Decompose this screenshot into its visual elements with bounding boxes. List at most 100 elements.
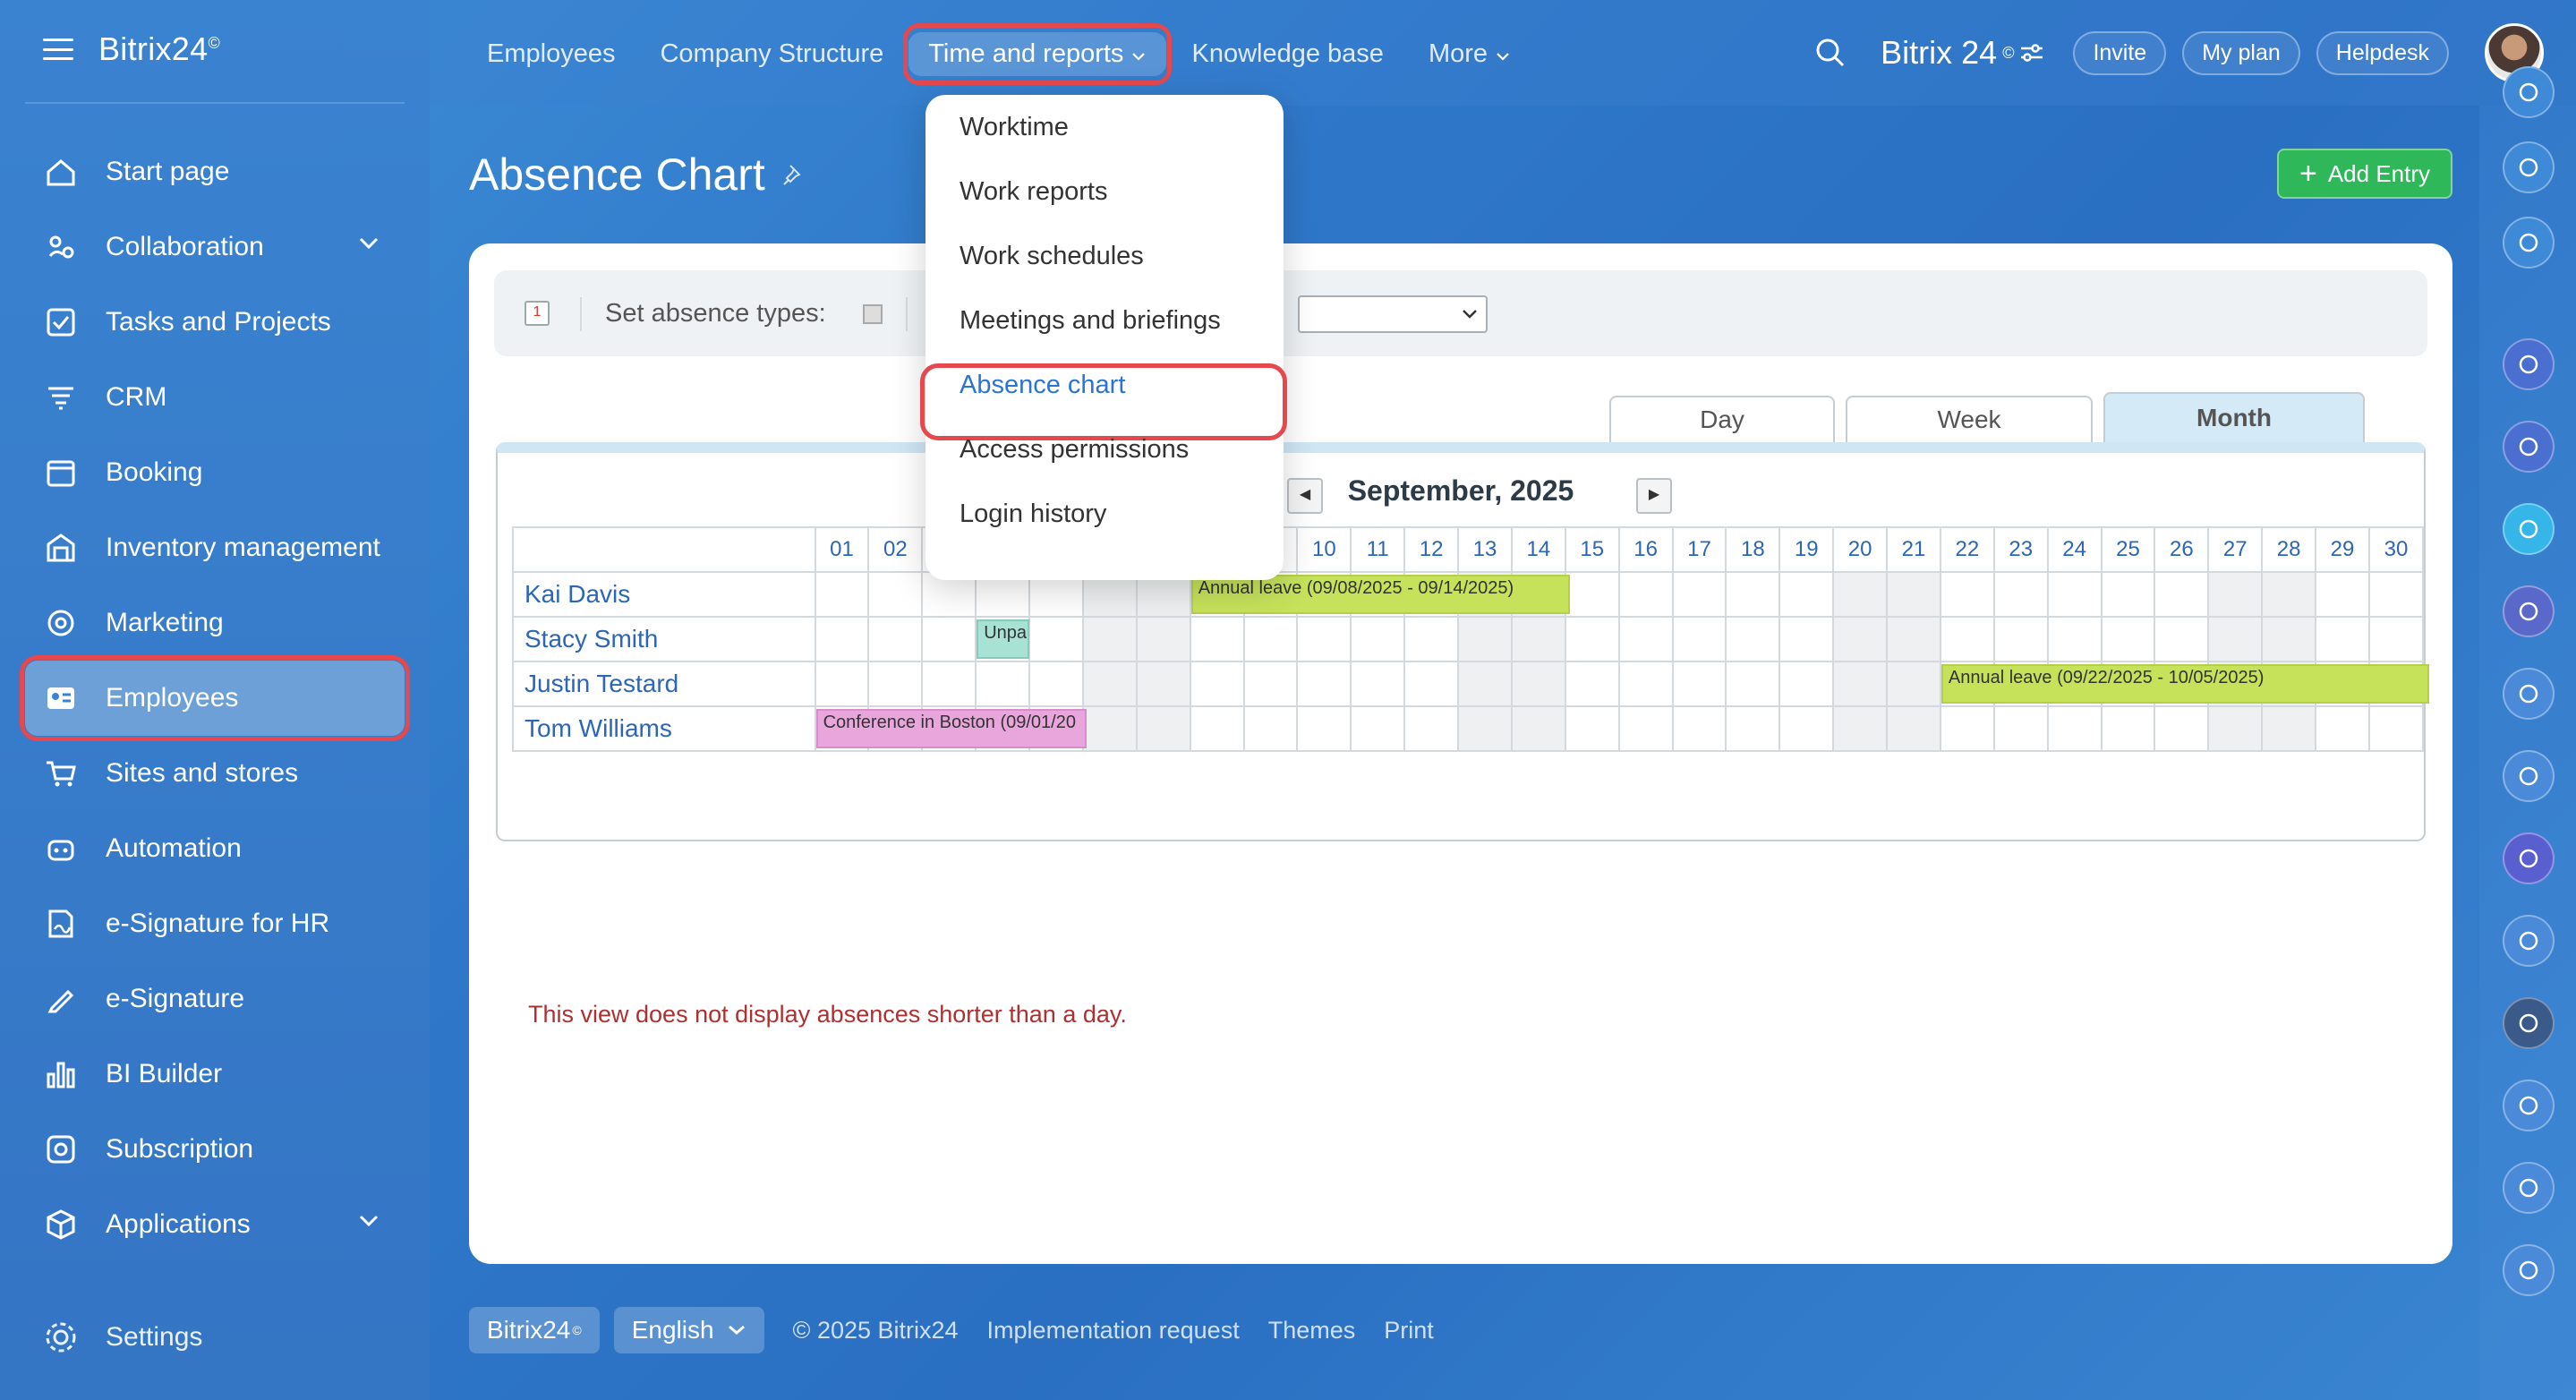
footer-brand-button[interactable]: Bitrix24 © <box>469 1307 600 1353</box>
day-cell[interactable] <box>1617 571 1674 618</box>
sidebar-item-sites-and-stores[interactable]: Sites and stores <box>25 736 405 811</box>
marketing-target-icon[interactable] <box>2503 338 2555 390</box>
day-cell[interactable] <box>1135 705 1191 752</box>
search-icon[interactable] <box>1814 37 1847 69</box>
nav-link-more[interactable]: More <box>1429 39 1511 69</box>
day-cell[interactable] <box>1189 661 1245 707</box>
add-entry-button[interactable]: + Add Entry <box>2277 149 2452 199</box>
task-check-icon[interactable] <box>2503 1080 2555 1131</box>
bell-icon[interactable] <box>2503 66 2555 118</box>
hamburger-menu-icon[interactable] <box>43 38 73 60</box>
dropdown-item-worktime[interactable]: Worktime <box>960 113 1069 142</box>
day-cell[interactable] <box>1296 661 1352 707</box>
dropdown-item-work-reports[interactable]: Work reports <box>960 177 1107 207</box>
day-cell[interactable] <box>814 571 870 618</box>
day-cell[interactable] <box>1671 571 1727 618</box>
sidebar-item-tasks-and-projects[interactable]: Tasks and Projects <box>25 285 405 360</box>
task-check-icon[interactable] <box>2503 1244 2555 1296</box>
day-cell[interactable] <box>1886 705 1941 752</box>
day-cell[interactable] <box>1510 661 1566 707</box>
employee-name[interactable]: Kai Davis <box>512 571 816 618</box>
day-cell[interactable] <box>1992 571 2049 618</box>
day-cell[interactable] <box>921 661 977 707</box>
day-cell[interactable] <box>1296 705 1352 752</box>
day-cell[interactable] <box>814 616 870 662</box>
day-cell[interactable] <box>1457 705 1513 752</box>
target-icon[interactable] <box>2503 141 2555 193</box>
day-cell[interactable] <box>1886 661 1941 707</box>
chat-sync-icon[interactable] <box>2503 217 2555 269</box>
day-cell[interactable] <box>2315 571 2370 618</box>
print-link[interactable]: Print <box>1384 1317 1434 1345</box>
sidebar-item-employees[interactable]: Employees <box>20 655 410 741</box>
day-cell[interactable] <box>1725 661 1781 707</box>
day-cell[interactable] <box>2100 705 2156 752</box>
day-cell[interactable] <box>1135 661 1191 707</box>
day-cell[interactable] <box>2207 616 2264 662</box>
employee-name[interactable]: Justin Testard <box>512 661 816 707</box>
day-cell[interactable] <box>2261 705 2317 752</box>
employee-name[interactable]: Tom Williams <box>512 705 816 752</box>
dropdown-item-absence-chart[interactable]: Absence chart <box>960 371 1125 400</box>
day-cell[interactable] <box>1242 616 1299 662</box>
day-cell[interactable] <box>921 616 977 662</box>
sidebar-item-automation[interactable]: Automation <box>25 811 405 886</box>
sidebar-item-booking[interactable]: Booking <box>25 435 405 510</box>
day-cell[interactable] <box>1457 616 1513 662</box>
day-cell[interactable] <box>1832 616 1889 662</box>
day-cell[interactable] <box>2367 705 2425 752</box>
sidebar-item-start-page[interactable]: Start page <box>25 134 405 209</box>
day-cell[interactable] <box>1617 705 1674 752</box>
chevron-down-icon[interactable] <box>358 1214 380 1228</box>
day-cell[interactable] <box>1564 571 1620 618</box>
implementation-request-link[interactable]: Implementation request <box>987 1317 1240 1345</box>
sidebar-item-subscription[interactable]: Subscription <box>25 1112 405 1187</box>
day-cell[interactable] <box>2261 616 2317 662</box>
chevron-down-icon[interactable] <box>358 236 380 251</box>
day-cell[interactable] <box>1778 571 1835 618</box>
department-select[interactable] <box>1298 295 1488 333</box>
day-cell[interactable] <box>1296 616 1352 662</box>
day-cell[interactable] <box>1028 616 1084 662</box>
day-cell[interactable] <box>867 616 924 662</box>
language-select[interactable]: English <box>613 1307 764 1353</box>
tab-day[interactable]: Day <box>1609 396 1835 442</box>
day-cell[interactable] <box>2207 705 2264 752</box>
day-cell[interactable]: Unpai <box>975 616 1031 662</box>
day-cell[interactable] <box>2046 616 2103 662</box>
day-cell[interactable] <box>2315 705 2370 752</box>
day-cell[interactable] <box>1778 661 1835 707</box>
pin-icon[interactable] <box>781 162 806 187</box>
day-cell[interactable] <box>1778 616 1835 662</box>
day-cell[interactable]: Conference in Boston (09/01/20 <box>814 705 1087 752</box>
calendar-icon[interactable]: 1 <box>525 301 550 326</box>
day-cell[interactable] <box>1189 705 1245 752</box>
day-cell[interactable] <box>2154 705 2210 752</box>
day-cell[interactable] <box>1725 705 1781 752</box>
nav-link-employees[interactable]: Employees <box>487 39 615 69</box>
sidebar-item-settings[interactable]: Settings <box>43 1319 202 1355</box>
day-cell[interactable] <box>867 661 924 707</box>
day-cell[interactable] <box>1350 661 1406 707</box>
day-cell[interactable] <box>2046 571 2103 618</box>
day-cell[interactable] <box>2367 616 2425 662</box>
sidebar-item-bi-builder[interactable]: BI Builder <box>25 1037 405 1112</box>
chat-bubble-icon[interactable] <box>2503 503 2555 555</box>
day-cell[interactable] <box>1671 616 1727 662</box>
day-cell[interactable] <box>2315 616 2370 662</box>
dropdown-item-access-permissions[interactable]: Access permissions <box>960 435 1189 465</box>
day-cell[interactable] <box>1886 616 1941 662</box>
day-cell[interactable] <box>1350 616 1406 662</box>
day-cell[interactable] <box>1725 571 1781 618</box>
day-cell[interactable] <box>1832 571 1889 618</box>
day-cell[interactable] <box>1564 661 1620 707</box>
day-cell[interactable]: Annual leave (09/22/2025 - 10/05/2025) <box>1939 661 2430 707</box>
day-cell[interactable] <box>2154 616 2210 662</box>
my-plan-button[interactable]: My plan <box>2182 30 2300 75</box>
day-cell[interactable] <box>1939 616 1995 662</box>
day-cell[interactable] <box>1081 705 1138 752</box>
group-icon[interactable] <box>2503 750 2555 802</box>
day-cell[interactable] <box>1081 616 1138 662</box>
day-cell[interactable] <box>1403 616 1460 662</box>
absence-bar[interactable]: Annual leave (09/22/2025 - 10/05/2025) <box>1941 664 2430 704</box>
